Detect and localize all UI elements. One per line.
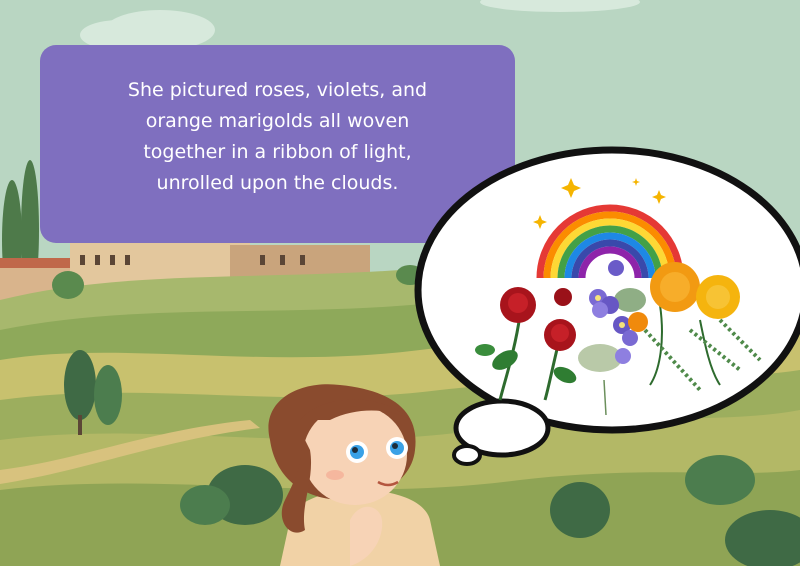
thought-bubble-cloud <box>414 146 800 434</box>
story-page: She pictured roses, violets, and orange … <box>0 0 800 566</box>
thought-bubble-dot-small <box>452 444 482 466</box>
thought-bubble <box>414 146 800 466</box>
